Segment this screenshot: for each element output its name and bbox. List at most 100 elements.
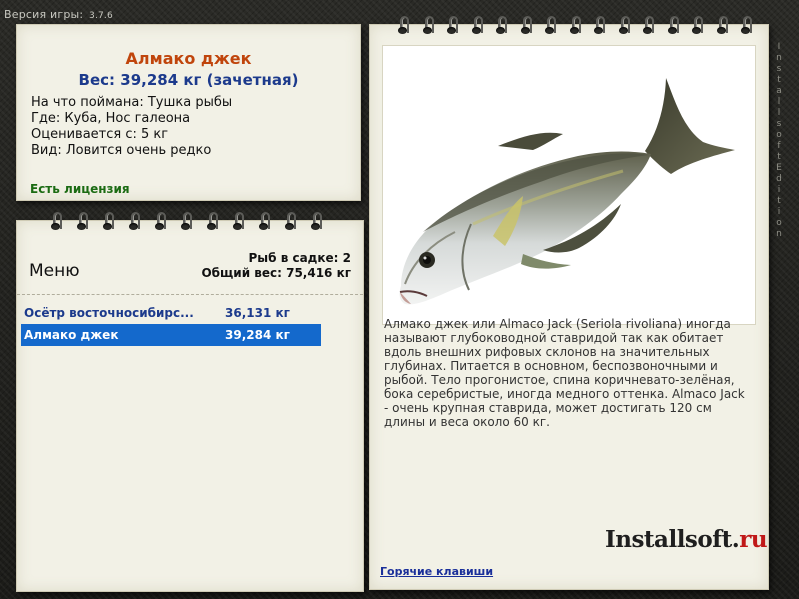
list-item-name: Алмако джек — [24, 328, 119, 342]
binding-ring — [520, 16, 532, 34]
binding-ring — [496, 16, 507, 34]
ring-hole — [692, 27, 701, 34]
binding-ring — [667, 16, 679, 34]
keepnet-card: Меню Рыб в садке: 2 Общий вес: 75,416 кг… — [16, 212, 364, 592]
binding-ring — [692, 16, 703, 34]
binding-ring — [545, 16, 556, 34]
binding-ring — [129, 212, 140, 230]
ring-hole — [233, 223, 242, 230]
min-weight: Оценивается с: 5 кг — [31, 127, 169, 142]
ring-hole — [471, 27, 481, 34]
edition-vertical-letter: a — [776, 86, 782, 96]
ring-hole — [569, 27, 579, 34]
list-item-weight: 39,284 кг — [225, 328, 290, 342]
edition-vertical-letter: i — [777, 185, 781, 195]
ring-hole — [594, 27, 603, 34]
edition-vertical-letter: E — [776, 163, 782, 173]
binding-ring — [716, 16, 728, 34]
installsoft-logo: Installsoft.ru — [605, 526, 768, 553]
divider — [17, 294, 363, 295]
binding-ring — [594, 16, 605, 34]
fish-description: Алмако джек или Almaco Jack (Seriola riv… — [384, 317, 745, 429]
location: Где: Куба, Нос галеона — [31, 111, 191, 126]
ring-hole — [667, 27, 677, 34]
ring-hole — [285, 223, 294, 230]
binding-ring — [181, 212, 192, 230]
binding-ring — [103, 212, 114, 230]
ring-hole — [398, 27, 407, 34]
binding-ring — [259, 212, 270, 230]
edition-vertical-letter: s — [776, 119, 782, 129]
list-item[interactable]: Алмако джек 39,284 кг — [21, 324, 321, 346]
edition-vertical-letter: f — [777, 141, 781, 151]
fish-photo — [382, 45, 756, 325]
rarity: Вид: Ловится очень редко — [31, 143, 212, 158]
ring-hole — [545, 27, 554, 34]
ring-hole — [520, 27, 530, 34]
version-number: 3.7.6 — [89, 11, 113, 21]
edition-vertical-letter: o — [776, 218, 782, 228]
binding-ring — [471, 16, 483, 34]
keepnet-list: Осётр восточносибирс... 36,131 кг Алмако… — [21, 302, 321, 346]
list-item-weight: 36,131 кг — [225, 306, 290, 320]
ring-hole — [259, 223, 268, 230]
ring-hole — [103, 223, 112, 230]
edition-vertical-letter: n — [776, 229, 782, 239]
fish-info-card: Алмако джек Вес: 39,284 кг (зачетная) На… — [16, 24, 361, 201]
ring-hole — [496, 27, 505, 34]
binding-ring — [398, 16, 409, 34]
binding-ring — [285, 212, 296, 230]
edition-vertical-letter: i — [777, 207, 781, 217]
ring-hole — [311, 223, 320, 230]
ring-hole — [741, 27, 750, 34]
ring-hole — [181, 223, 190, 230]
binding-ring — [569, 16, 581, 34]
edition-vertical-letter: I — [777, 42, 781, 52]
menu-button[interactable]: Меню — [29, 261, 80, 281]
ring-hole — [77, 223, 86, 230]
edition-vertical-letter: l — [777, 97, 781, 107]
edition-vertical-letter: t — [777, 152, 781, 162]
ring-hole — [618, 27, 628, 34]
binding-ring — [51, 212, 62, 230]
fish-illustration — [399, 78, 735, 305]
logo-main: Installsoft. — [605, 526, 740, 553]
logo-tld: ru — [739, 526, 768, 553]
binding-ring — [447, 16, 458, 34]
version-label: Версия игры: — [4, 8, 84, 21]
ring-hole — [129, 223, 138, 230]
fish-weight: Вес: 39,284 кг (зачетная) — [78, 71, 299, 89]
hotkeys-link[interactable]: Горячие клавиши — [380, 565, 493, 578]
list-item-name: Осётр восточносибирс... — [24, 306, 194, 320]
edition-vertical-label: InstallsoftEdition — [774, 42, 784, 240]
ring-hole — [207, 223, 216, 230]
fish-count: Рыб в садке: 2 — [248, 251, 352, 265]
binding-ring — [618, 16, 630, 34]
edition-vertical-letter: s — [776, 64, 782, 74]
binding-ring — [741, 16, 752, 34]
edition-vertical-letter: o — [776, 130, 782, 140]
ring-hole — [51, 223, 60, 230]
ring-hole — [643, 27, 652, 34]
edition-vertical-letter: t — [777, 75, 781, 85]
keepnet-stats: Рыб в садке: 2 Общий вес: 75,416 кг — [201, 251, 351, 281]
binding-ring — [155, 212, 166, 230]
binding-ring — [422, 16, 434, 34]
fish-detail-card: Алмако джек или Almaco Jack (Seriola riv… — [369, 16, 769, 590]
license-status: Есть лицензия — [30, 182, 130, 196]
game-version: Версия игры: 3.7.6 — [4, 8, 113, 21]
edition-vertical-letter: t — [777, 196, 781, 206]
binding-ring — [207, 212, 218, 230]
binding-ring — [311, 212, 322, 230]
edition-vertical-letter: n — [776, 53, 782, 63]
total-weight: Общий вес: 75,416 кг — [201, 266, 351, 280]
binding-ring — [643, 16, 654, 34]
ring-hole — [716, 27, 726, 34]
list-item[interactable]: Осётр восточносибирс... 36,131 кг — [21, 302, 321, 324]
ring-hole — [422, 27, 432, 34]
binding-ring — [77, 212, 88, 230]
binding-ring — [233, 212, 244, 230]
ring-hole — [155, 223, 164, 230]
fish-info-lines: На что поймана: Тушка рыбы Где: Куба, Но… — [31, 95, 232, 159]
edition-vertical-letter: l — [777, 108, 781, 118]
